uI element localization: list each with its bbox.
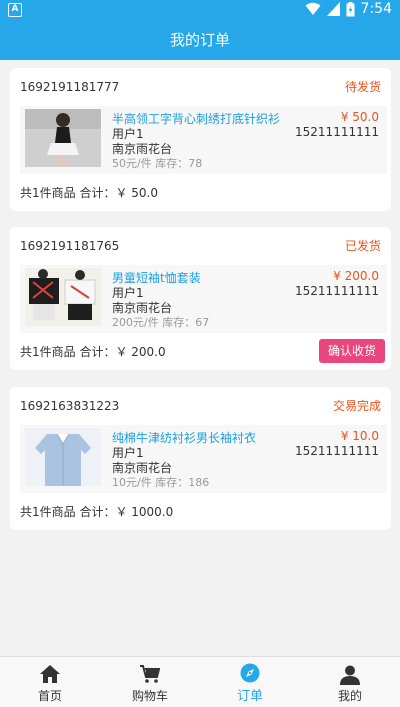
user-icon [340,665,360,685]
unit-price-stock: 200元/件 库存：67 [112,316,210,329]
home-icon [40,665,60,683]
nav-orders[interactable]: 订单 [200,657,300,707]
nav-cart[interactable]: 购物车 [100,657,200,707]
status-bar: A 7:54 [0,0,400,20]
top-bar: A 7:54 我的订单 [0,0,400,60]
product-image [25,428,101,486]
bottom-nav: 首页 购物车 订单 我的 [0,656,400,707]
nav-home[interactable]: 首页 [0,657,100,707]
status-time: 7:54 [360,1,392,17]
nav-profile[interactable]: 我的 [300,657,400,707]
order-summary: 共1件商品 合计：￥ 1000.0 [20,505,174,519]
buyer-phone: 15211111111 [295,125,379,139]
status-icons: 7:54 [305,1,392,17]
compass-icon [240,663,260,683]
order-status: 交易完成 [332,399,381,413]
unit-price-stock: 50元/件 库存：78 [112,157,203,170]
buyer-phone: 15211111111 [295,284,379,298]
order-item[interactable]: 纯棉牛津纺衬衫男长袖衬衣 ¥ 10.0 用户1 15211111111 南京雨花… [20,425,387,493]
notification-a-icon: A [8,3,22,17]
order-number: 1692163831223 [20,399,120,413]
order-status: 待发货 [344,80,381,94]
order-header: 1692191181777 待发货 [10,68,391,106]
page-title: 我的订单 [169,31,230,49]
order-header: 1692191181765 已发货 [10,227,391,265]
order-header: 1692163831223 交易完成 [10,387,391,425]
order-summary: 共1件商品 合计：￥ 50.0 [20,186,158,200]
signal-icon [326,2,340,16]
order-card[interactable]: 1692163831223 交易完成 纯棉牛津纺衬衫男长袖衬衣 ¥ 10.0 用… [10,387,391,530]
order-card[interactable]: 1692191181777 待发货 半高领工字背心刺绣打底针织衫 ¥ 50.0 … [10,68,391,211]
nav-cart-label: 购物车 [131,689,168,703]
order-status: 已发货 [344,239,381,253]
product-image [25,109,101,167]
battery-icon [346,1,355,16]
confirm-receipt-button[interactable]: 确认收货 [319,339,385,363]
buyer-phone: 15211111111 [295,444,379,458]
nav-profile-label: 我的 [337,689,362,703]
order-number: 1692191181777 [20,80,120,94]
cart-icon [140,665,160,683]
product-price: ¥ 200.0 [333,269,379,283]
order-card[interactable]: 1692191181765 已发货 男童短袖t恤套装 ¥ 200.0 用户1 1… [10,227,391,370]
order-summary: 共1件商品 合计：￥ 200.0 [20,345,166,359]
wifi-icon [305,2,321,15]
nav-orders-label: 订单 [236,689,263,704]
product-price: ¥ 50.0 [340,110,379,124]
order-number: 1692191181765 [20,239,120,253]
product-price: ¥ 10.0 [340,429,379,443]
order-item[interactable]: 半高领工字背心刺绣打底针织衫 ¥ 50.0 用户1 15211111111 南京… [20,106,387,174]
order-item[interactable]: 男童短袖t恤套装 ¥ 200.0 用户1 15211111111 南京雨花台 2… [20,265,387,333]
unit-price-stock: 10元/件 库存：186 [112,476,210,489]
product-image [25,268,101,326]
nav-home-label: 首页 [37,689,62,703]
